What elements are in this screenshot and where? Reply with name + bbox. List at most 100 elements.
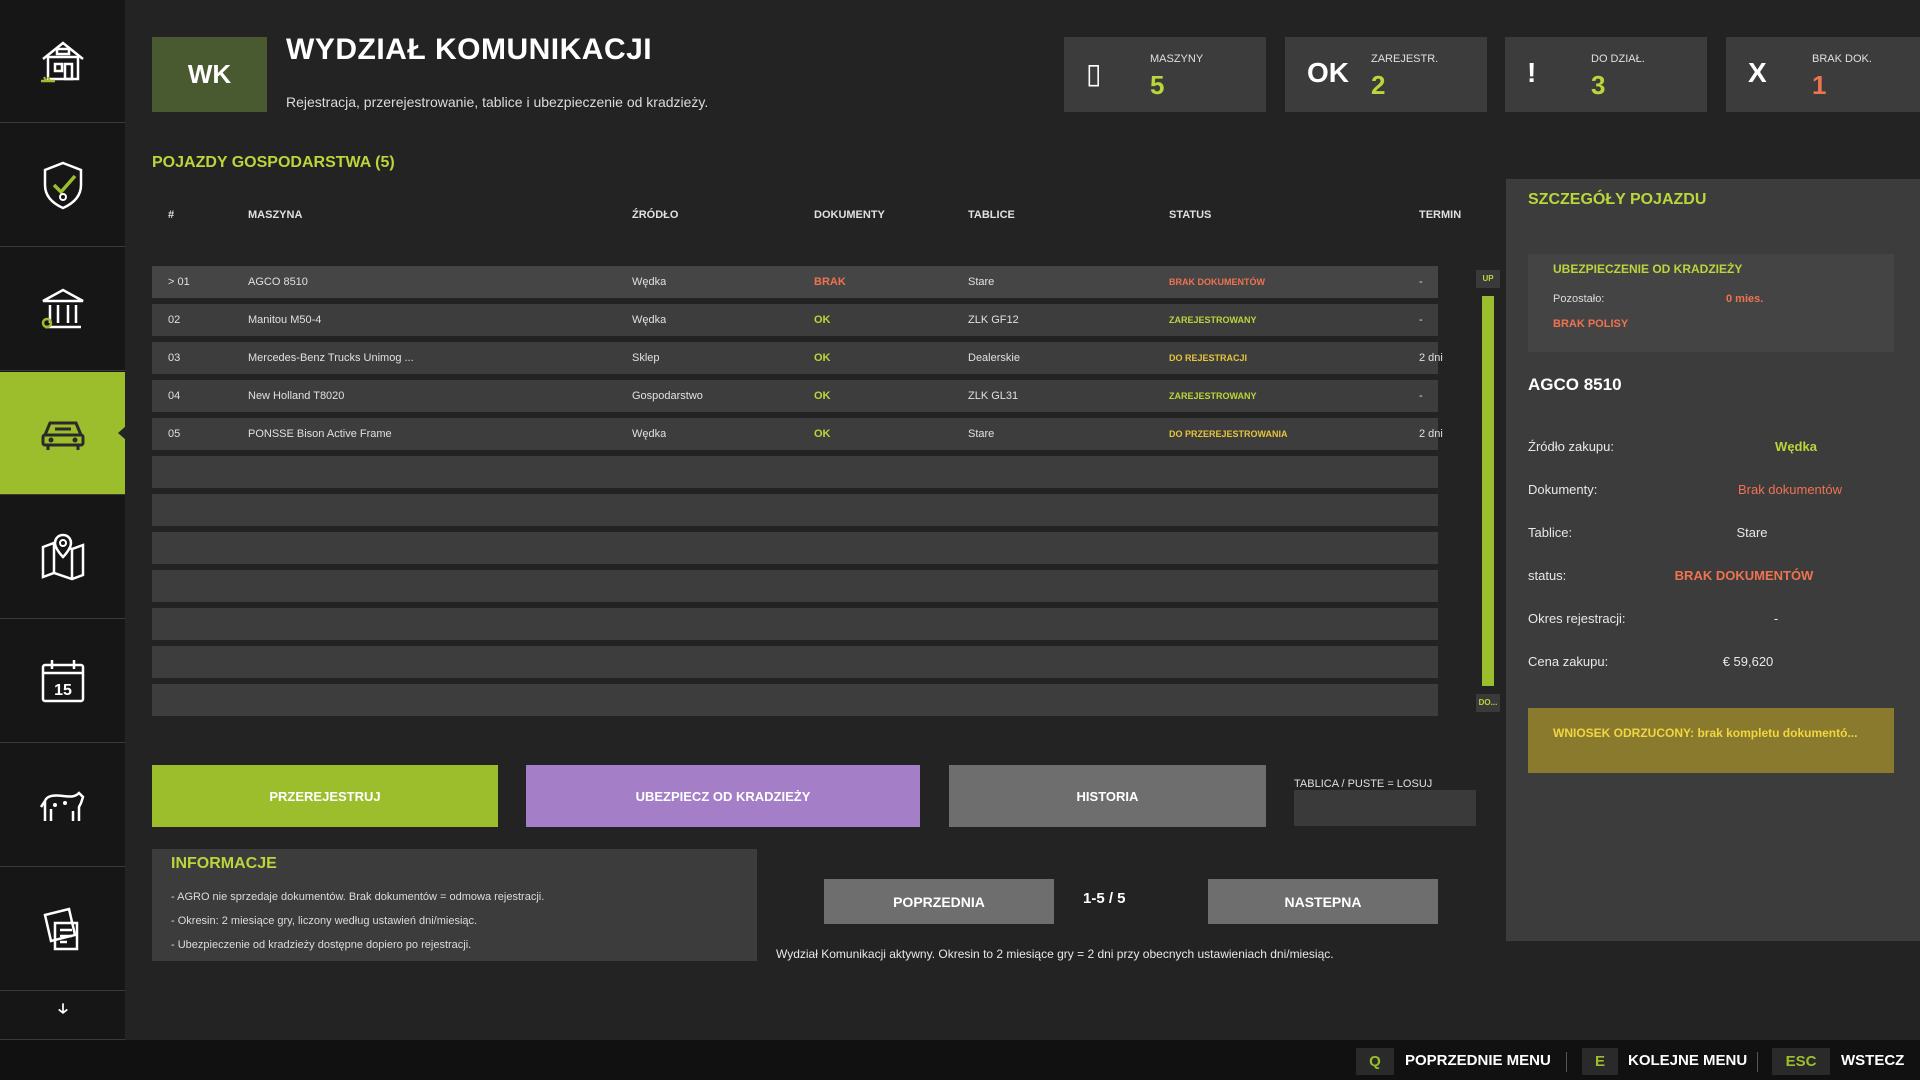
rejection-notice: WNIOSEK ODRZUCONY: brak kompletu dokumen… — [1528, 708, 1894, 773]
row-status: BRAK DOKUMENTÓW — [1169, 277, 1265, 287]
more-icon — [57, 1003, 68, 1014]
detail-label: Cena zakupu: — [1528, 654, 1609, 669]
sidebar-item-vehicles[interactable] — [0, 372, 126, 495]
calendar-icon: 15 — [41, 660, 84, 703]
stat-label: MASZYNY — [1150, 53, 1204, 65]
row-deadline: 2 dni — [1419, 428, 1443, 440]
next-menu-label[interactable]: KOLEJNE MENU — [1628, 1052, 1747, 1069]
insurance-remaining-label: Pozostało: — [1553, 293, 1605, 305]
sidebar-item-map[interactable] — [0, 496, 125, 619]
back-label[interactable]: WSTECZ — [1841, 1052, 1904, 1069]
next-page-button[interactable]: NASTEPNA — [1208, 879, 1438, 924]
row-num: > 01 — [168, 276, 190, 288]
map-icon — [41, 533, 84, 581]
row-docs: OK — [814, 390, 831, 402]
scroll-up-button[interactable]: UP — [1476, 270, 1500, 288]
col-header-plates: TABLICE — [968, 209, 1015, 221]
table-row[interactable]: 04 New Holland T8020 Gospodarstwo OK ZLK… — [152, 380, 1438, 412]
plate-input[interactable] — [1294, 790, 1476, 826]
stat-value: 2 — [1371, 70, 1386, 100]
sidebar: 15 — [0, 0, 126, 1040]
info-line: - Okresin: 2 miesiące gry, liczony wedłu… — [171, 915, 478, 927]
sidebar-item-more[interactable] — [0, 992, 125, 1040]
row-docs: OK — [814, 352, 831, 364]
animals-icon — [39, 791, 84, 821]
key-esc-badge[interactable]: ESC — [1772, 1048, 1830, 1075]
department-badge: WK — [152, 37, 267, 112]
empty-row — [152, 646, 1438, 678]
row-source: Sklep — [632, 352, 660, 364]
row-num: 05 — [168, 428, 181, 440]
insure-button[interactable]: UBEZPIECZ OD KRADZIEŻY — [526, 765, 920, 827]
ok-icon: OK — [1307, 57, 1349, 88]
footer-divider — [1566, 1052, 1567, 1072]
stat-value: 1 — [1812, 70, 1827, 100]
sidebar-item-contracts[interactable] — [0, 868, 125, 991]
stat-label: DO DZIAŁ. — [1591, 53, 1645, 65]
stat-missing-docs: X BRAK DOK. 1 — [1726, 37, 1920, 112]
sidebar-item-security[interactable] — [0, 124, 125, 247]
row-docs: BRAK — [814, 276, 846, 288]
stat-machines: ▯ MASZYNY 5 — [1064, 37, 1266, 112]
empty-row — [152, 570, 1438, 602]
scrollbar-track[interactable] — [1482, 296, 1494, 686]
scrollbar-thumb[interactable] — [1482, 296, 1494, 686]
row-docs: OK — [814, 314, 831, 326]
prev-menu-label[interactable]: POPRZEDNIE MENU — [1405, 1052, 1551, 1069]
detail-value: - — [1773, 611, 1779, 626]
detail-label: Dokumenty: — [1528, 482, 1598, 497]
empty-row — [152, 608, 1438, 640]
detail-value: Wędka — [1775, 439, 1817, 454]
page-title: WYDZIAŁ KOMUNIKACJI — [286, 33, 653, 66]
info-line: - Ubezpieczenie od kradzieży dostępne do… — [171, 939, 472, 951]
key-q-badge[interactable]: Q — [1356, 1048, 1394, 1075]
row-num: 03 — [168, 352, 181, 364]
detail-value: BRAK DOKUMENTÓW — [1674, 568, 1814, 583]
sidebar-item-animals[interactable] — [0, 744, 125, 867]
sidebar-item-calendar[interactable]: 15 — [0, 620, 125, 743]
bank-icon — [41, 288, 84, 329]
row-deadline: - — [1419, 314, 1423, 326]
table-row[interactable]: 03 Mercedes-Benz Trucks Unimog ... Sklep… — [152, 342, 1443, 374]
prev-page-button[interactable]: POPRZEDNIA — [824, 879, 1054, 924]
sidebar-item-finance[interactable] — [0, 248, 125, 371]
vehicles-section-title: POJAZDY GOSPODARSTWA (5) — [152, 154, 395, 171]
table-row[interactable]: 05 PONSSE Bison Active Frame Wędka OK St… — [152, 418, 1443, 450]
col-header-deadline: TERMIN — [1419, 209, 1462, 221]
vehicle-icon — [41, 421, 84, 450]
empty-row — [152, 532, 1438, 564]
row-plates: ZLK GL31 — [968, 390, 1019, 402]
reregister-button[interactable]: PRZEREJESTRUJ — [152, 765, 498, 827]
row-machine: New Holland T8020 — [248, 390, 345, 402]
detail-value: € 59,620 — [1722, 654, 1774, 669]
row-plates: Dealerskie — [968, 352, 1020, 364]
plate-input-label: TABLICA / PUSTE = LOSUJ — [1294, 778, 1433, 790]
insurance-title: UBEZPIECZENIE OD KRADZIEŻY — [1553, 262, 1743, 276]
row-plates: Stare — [968, 276, 995, 288]
row-status: ZAREJESTROWANY — [1169, 315, 1257, 325]
table-row[interactable]: 02 Manitou M50-4 Wędka OK ZLK GF12 ZAREJ… — [152, 304, 1438, 336]
page-range: 1-5 / 5 — [1083, 890, 1126, 907]
info-line: - AGRO nie sprzedaje dokumentów. Brak do… — [171, 891, 545, 903]
detail-value: Stare — [1736, 525, 1768, 540]
col-header-docs: DOKUMENTY — [814, 209, 885, 221]
key-e-badge[interactable]: E — [1582, 1048, 1618, 1075]
scroll-down-button[interactable]: DO... — [1476, 694, 1500, 712]
stat-label: ZAREJESTR. — [1371, 53, 1439, 65]
row-num: 04 — [168, 390, 181, 402]
warning-icon: ! — [1527, 57, 1537, 88]
col-header-num: # — [168, 209, 175, 221]
history-button[interactable]: HISTORIA — [949, 765, 1266, 827]
info-box: INFORMACJE - AGRO nie sprzedaje dokument… — [152, 849, 757, 961]
row-plates: Stare — [968, 428, 995, 440]
stat-registered: OK ZAREJESTR. 2 — [1285, 37, 1487, 112]
sidebar-item-farm[interactable] — [0, 0, 125, 123]
table-row[interactable]: > 01 AGCO 8510 Wędka BRAK Stare BRAK DOK… — [152, 266, 1438, 298]
status-line: Wydział Komunikacji aktywny. Okresin to … — [776, 947, 1334, 961]
vehicle-details-panel: SZCZEGÓŁY POJAZDU UBEZPIECZENIE OD KRADZ… — [1506, 179, 1920, 941]
insurance-remaining-value: 0 mies. — [1726, 293, 1764, 305]
info-title: INFORMACJE — [171, 855, 277, 872]
contracts-icon — [43, 907, 78, 951]
selected-vehicle-name: AGCO 8510 — [1528, 375, 1622, 394]
row-deadline: 2 dni — [1419, 352, 1443, 364]
